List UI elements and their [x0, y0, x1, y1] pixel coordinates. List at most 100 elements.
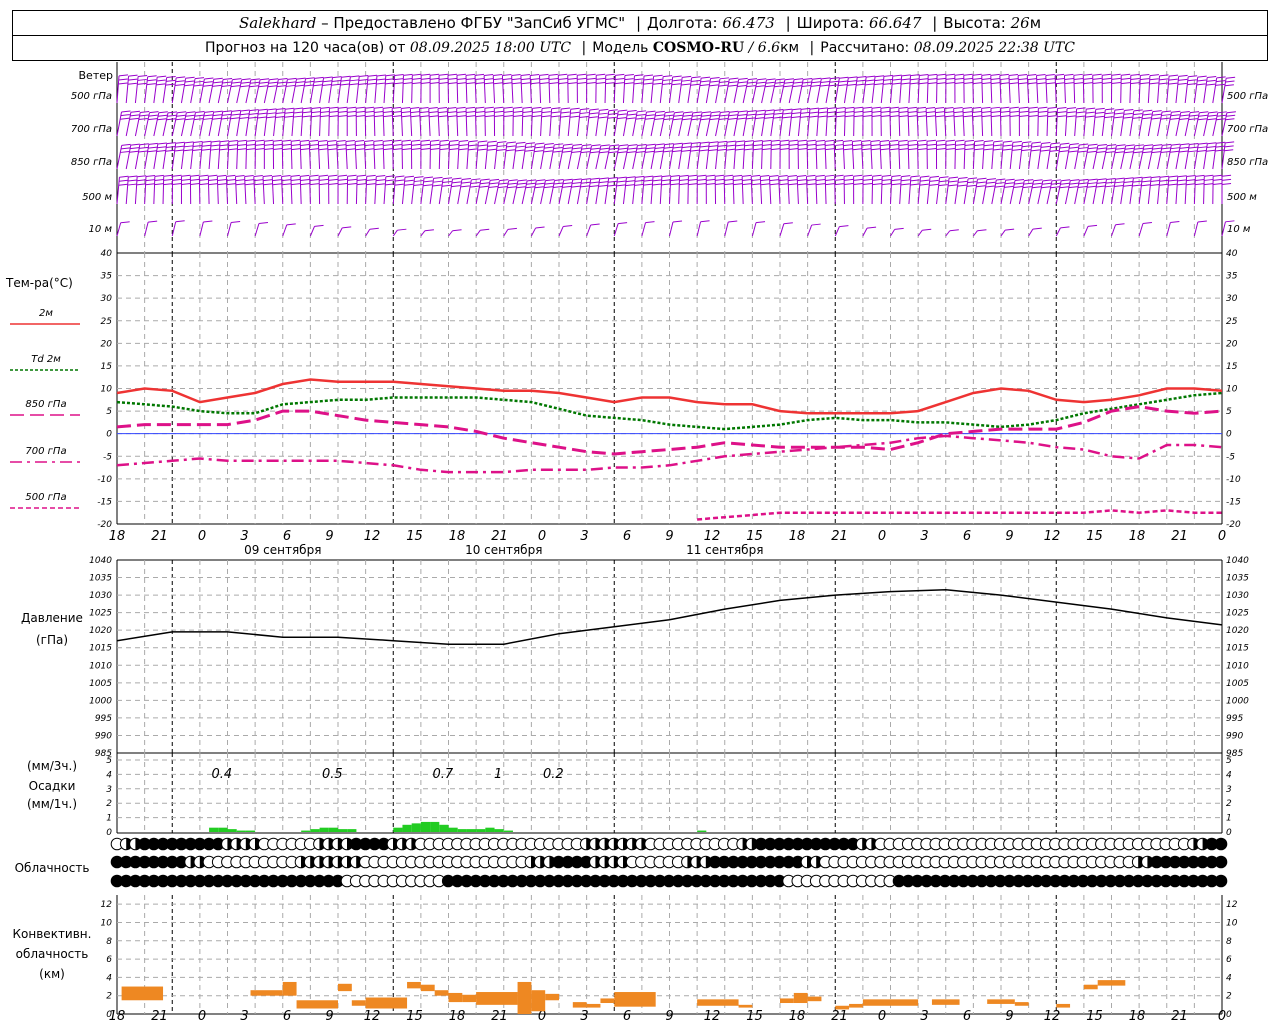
- wind-barb-flag: [588, 116, 598, 119]
- wind-barb-flag: [258, 108, 268, 111]
- pres-y-tick: 1035: [89, 574, 112, 584]
- wind-barb-flag: [311, 107, 321, 110]
- wind-barb-flag: [340, 79, 350, 82]
- wind-barb-flag: [480, 178, 490, 181]
- wind-barb-flag: [981, 111, 991, 114]
- wind-barb-flag: [834, 183, 844, 186]
- wind-barb-flag: [130, 143, 140, 146]
- wind-barb-flag: [679, 178, 689, 181]
- wind-barb-flag: [733, 178, 743, 181]
- wind-barb-flag: [401, 139, 412, 142]
- wind-barb-flag: [208, 183, 218, 186]
- wind-barb-flag: [118, 78, 128, 81]
- wind-barb-flag: [1207, 142, 1217, 145]
- wind-barb-flag: [228, 140, 238, 143]
- wind-barb-flag: [964, 148, 974, 151]
- wind-barb-flag: [653, 74, 663, 77]
- wind-barb-flag: [563, 143, 573, 146]
- wind-barb-flag: [1160, 150, 1170, 153]
- wind-barb-flag: [691, 76, 701, 79]
- wind-barb-flag: [1169, 117, 1180, 120]
- wind-barb-flag: [853, 115, 864, 118]
- wind-barb-flag: [513, 106, 523, 109]
- wind-barb-flag: [724, 174, 734, 177]
- wind-barb-flag: [194, 77, 205, 80]
- wind-barb-flag: [1143, 144, 1154, 147]
- wind-barb-flag: [1198, 142, 1208, 145]
- wind-barb: [1212, 112, 1219, 137]
- wind-level-label-right: 700 гПа: [1227, 124, 1268, 135]
- wind-barb-flag: [596, 73, 606, 76]
- wind-barb-flag: [1121, 82, 1131, 85]
- wind-barb-flag: [615, 78, 625, 81]
- wind-barb-flag: [309, 139, 319, 142]
- wind-barb-flag: [617, 151, 627, 154]
- conv-y-tick-right: 4: [1226, 973, 1232, 983]
- pres-y-tick-right: 1010: [1226, 661, 1249, 671]
- wind-barb-flag: [231, 109, 241, 112]
- wind-barb-flag: [1114, 185, 1124, 188]
- wind-barb-flag: [203, 220, 213, 223]
- wind-barb-flag: [737, 117, 747, 120]
- wind-barb-flag: [635, 151, 646, 154]
- wind-barb-flag: [341, 75, 351, 78]
- cloud-fill: [1215, 856, 1227, 868]
- conv-bar: [282, 981, 297, 996]
- wind-barb-flag: [818, 115, 828, 118]
- wind-barb-flag: [1189, 142, 1199, 145]
- wind-barb-flag: [655, 143, 665, 146]
- wind-barb-flag: [990, 78, 1000, 81]
- wind-barb-flag: [976, 185, 986, 188]
- wind-barb-flag: [615, 73, 625, 76]
- wind-barb-flag: [719, 77, 730, 80]
- pres-y-tick-right: 1015: [1226, 644, 1249, 654]
- wind-barb: [540, 108, 543, 137]
- wind-barb-flag: [421, 77, 431, 80]
- wind-barb-flag: [661, 183, 671, 186]
- wind-barb-flag: [480, 228, 490, 231]
- wind-barb-flag: [397, 228, 407, 231]
- wind-barb-flag: [827, 115, 837, 118]
- wind-barb-flag: [646, 110, 656, 113]
- wind-barb-flag: [264, 139, 274, 142]
- wind-barb-flag: [442, 177, 453, 180]
- wind-barb-flag: [437, 106, 448, 109]
- wind-barb-flag: [511, 82, 522, 85]
- wind-barb-flag: [451, 181, 461, 184]
- wind-barb-flag: [908, 139, 918, 142]
- wind-barb-flag: [192, 148, 202, 151]
- wind-barb-flag: [558, 73, 568, 76]
- wind-barb-flag: [263, 179, 273, 182]
- x-tick-label-bottom: 9: [1005, 1009, 1013, 1024]
- wind-barb-flag: [1133, 109, 1143, 112]
- wind-barb-flag: [652, 82, 662, 85]
- x-tick-label-bottom: 21: [1171, 1009, 1188, 1024]
- wind-barb-flag: [535, 142, 545, 145]
- wind-barb-flag: [1206, 83, 1216, 86]
- wind-barb-flag: [231, 113, 241, 116]
- cloud-fill: [1215, 838, 1227, 850]
- wind-barb-flag: [1124, 151, 1134, 154]
- wind-barb-flag: [825, 183, 835, 186]
- wind-barb-flag: [195, 111, 205, 114]
- wind-barb-flag: [1197, 150, 1207, 153]
- wind-barb-flag: [466, 78, 476, 80]
- wind-barb-flag: [129, 117, 139, 120]
- wind-barb-flag: [1141, 184, 1151, 187]
- wind-barb-flag: [972, 82, 982, 85]
- wind-barb-flag: [1195, 174, 1205, 177]
- wind-barb-flag: [818, 111, 828, 114]
- wind-barb-flag: [147, 79, 157, 82]
- wind-barb-flag: [994, 185, 1005, 188]
- wind-barb-flag: [872, 174, 882, 177]
- wind-barb-flag: [596, 77, 606, 80]
- wind-barb: [1028, 228, 1034, 237]
- wind-barb-flag: [1189, 114, 1199, 117]
- pres-y-tick-right: 1000: [1226, 696, 1249, 706]
- wind-barb-flag: [1151, 113, 1162, 116]
- wind-barb-flag: [829, 84, 839, 87]
- wind-barb-flag: [145, 179, 155, 182]
- wind-barb-flag: [1068, 150, 1078, 153]
- wind-barb-flag: [958, 177, 968, 180]
- wind-barb-flag: [797, 183, 807, 186]
